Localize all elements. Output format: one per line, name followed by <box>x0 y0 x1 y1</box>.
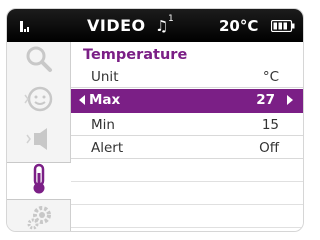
source-label: VIDEO <box>87 16 146 35</box>
smiley-icon <box>22 84 56 118</box>
sidebar-item-volume[interactable] <box>7 122 71 160</box>
sidebar-item-lullaby[interactable] <box>7 82 71 120</box>
setting-row-max[interactable]: Max 27 <box>71 89 303 113</box>
setting-label: Alert <box>91 140 124 156</box>
sidebar-item-search[interactable] <box>7 42 71 80</box>
arrow-left-icon[interactable] <box>79 95 85 105</box>
music-badge: 1 <box>168 14 174 24</box>
gear-icon <box>24 203 54 231</box>
setting-value: 15 <box>261 117 279 133</box>
speaker-icon <box>24 126 54 156</box>
search-icon <box>24 44 54 78</box>
empty-row <box>71 183 303 205</box>
setting-row-alert[interactable]: Alert Off <box>71 137 303 159</box>
sidebar-item-temperature[interactable] <box>7 162 71 200</box>
setting-value: Off <box>259 140 279 156</box>
signal-icon <box>19 9 37 42</box>
thermometer-icon <box>29 163 49 199</box>
setting-value: 27 <box>256 92 275 108</box>
empty-row <box>71 160 303 182</box>
setting-row-unit[interactable]: Unit °C <box>71 66 303 88</box>
battery-icon <box>271 9 295 42</box>
empty-row <box>71 206 303 228</box>
status-bar: VIDEO ♫ 1 20°C <box>7 9 303 42</box>
setting-label: Min <box>91 117 115 133</box>
settings-panel: Temperature Unit °C Max 27 Min 15 Alert … <box>71 42 303 231</box>
device-screen: VIDEO ♫ 1 20°C Temperature Unit °C Max 2… <box>6 8 304 232</box>
panel-title: Temperature <box>83 47 188 63</box>
setting-label: Unit <box>91 69 119 85</box>
arrow-right-icon[interactable] <box>287 95 293 105</box>
setting-value: °C <box>262 69 279 85</box>
setting-row-min[interactable]: Min 15 <box>71 114 303 136</box>
sidebar-item-settings[interactable] <box>7 200 71 231</box>
temperature-readout: 20°C <box>219 16 259 35</box>
setting-label: Max <box>89 92 121 108</box>
music-note-icon: ♫ <box>155 16 169 35</box>
sidebar <box>7 42 71 231</box>
